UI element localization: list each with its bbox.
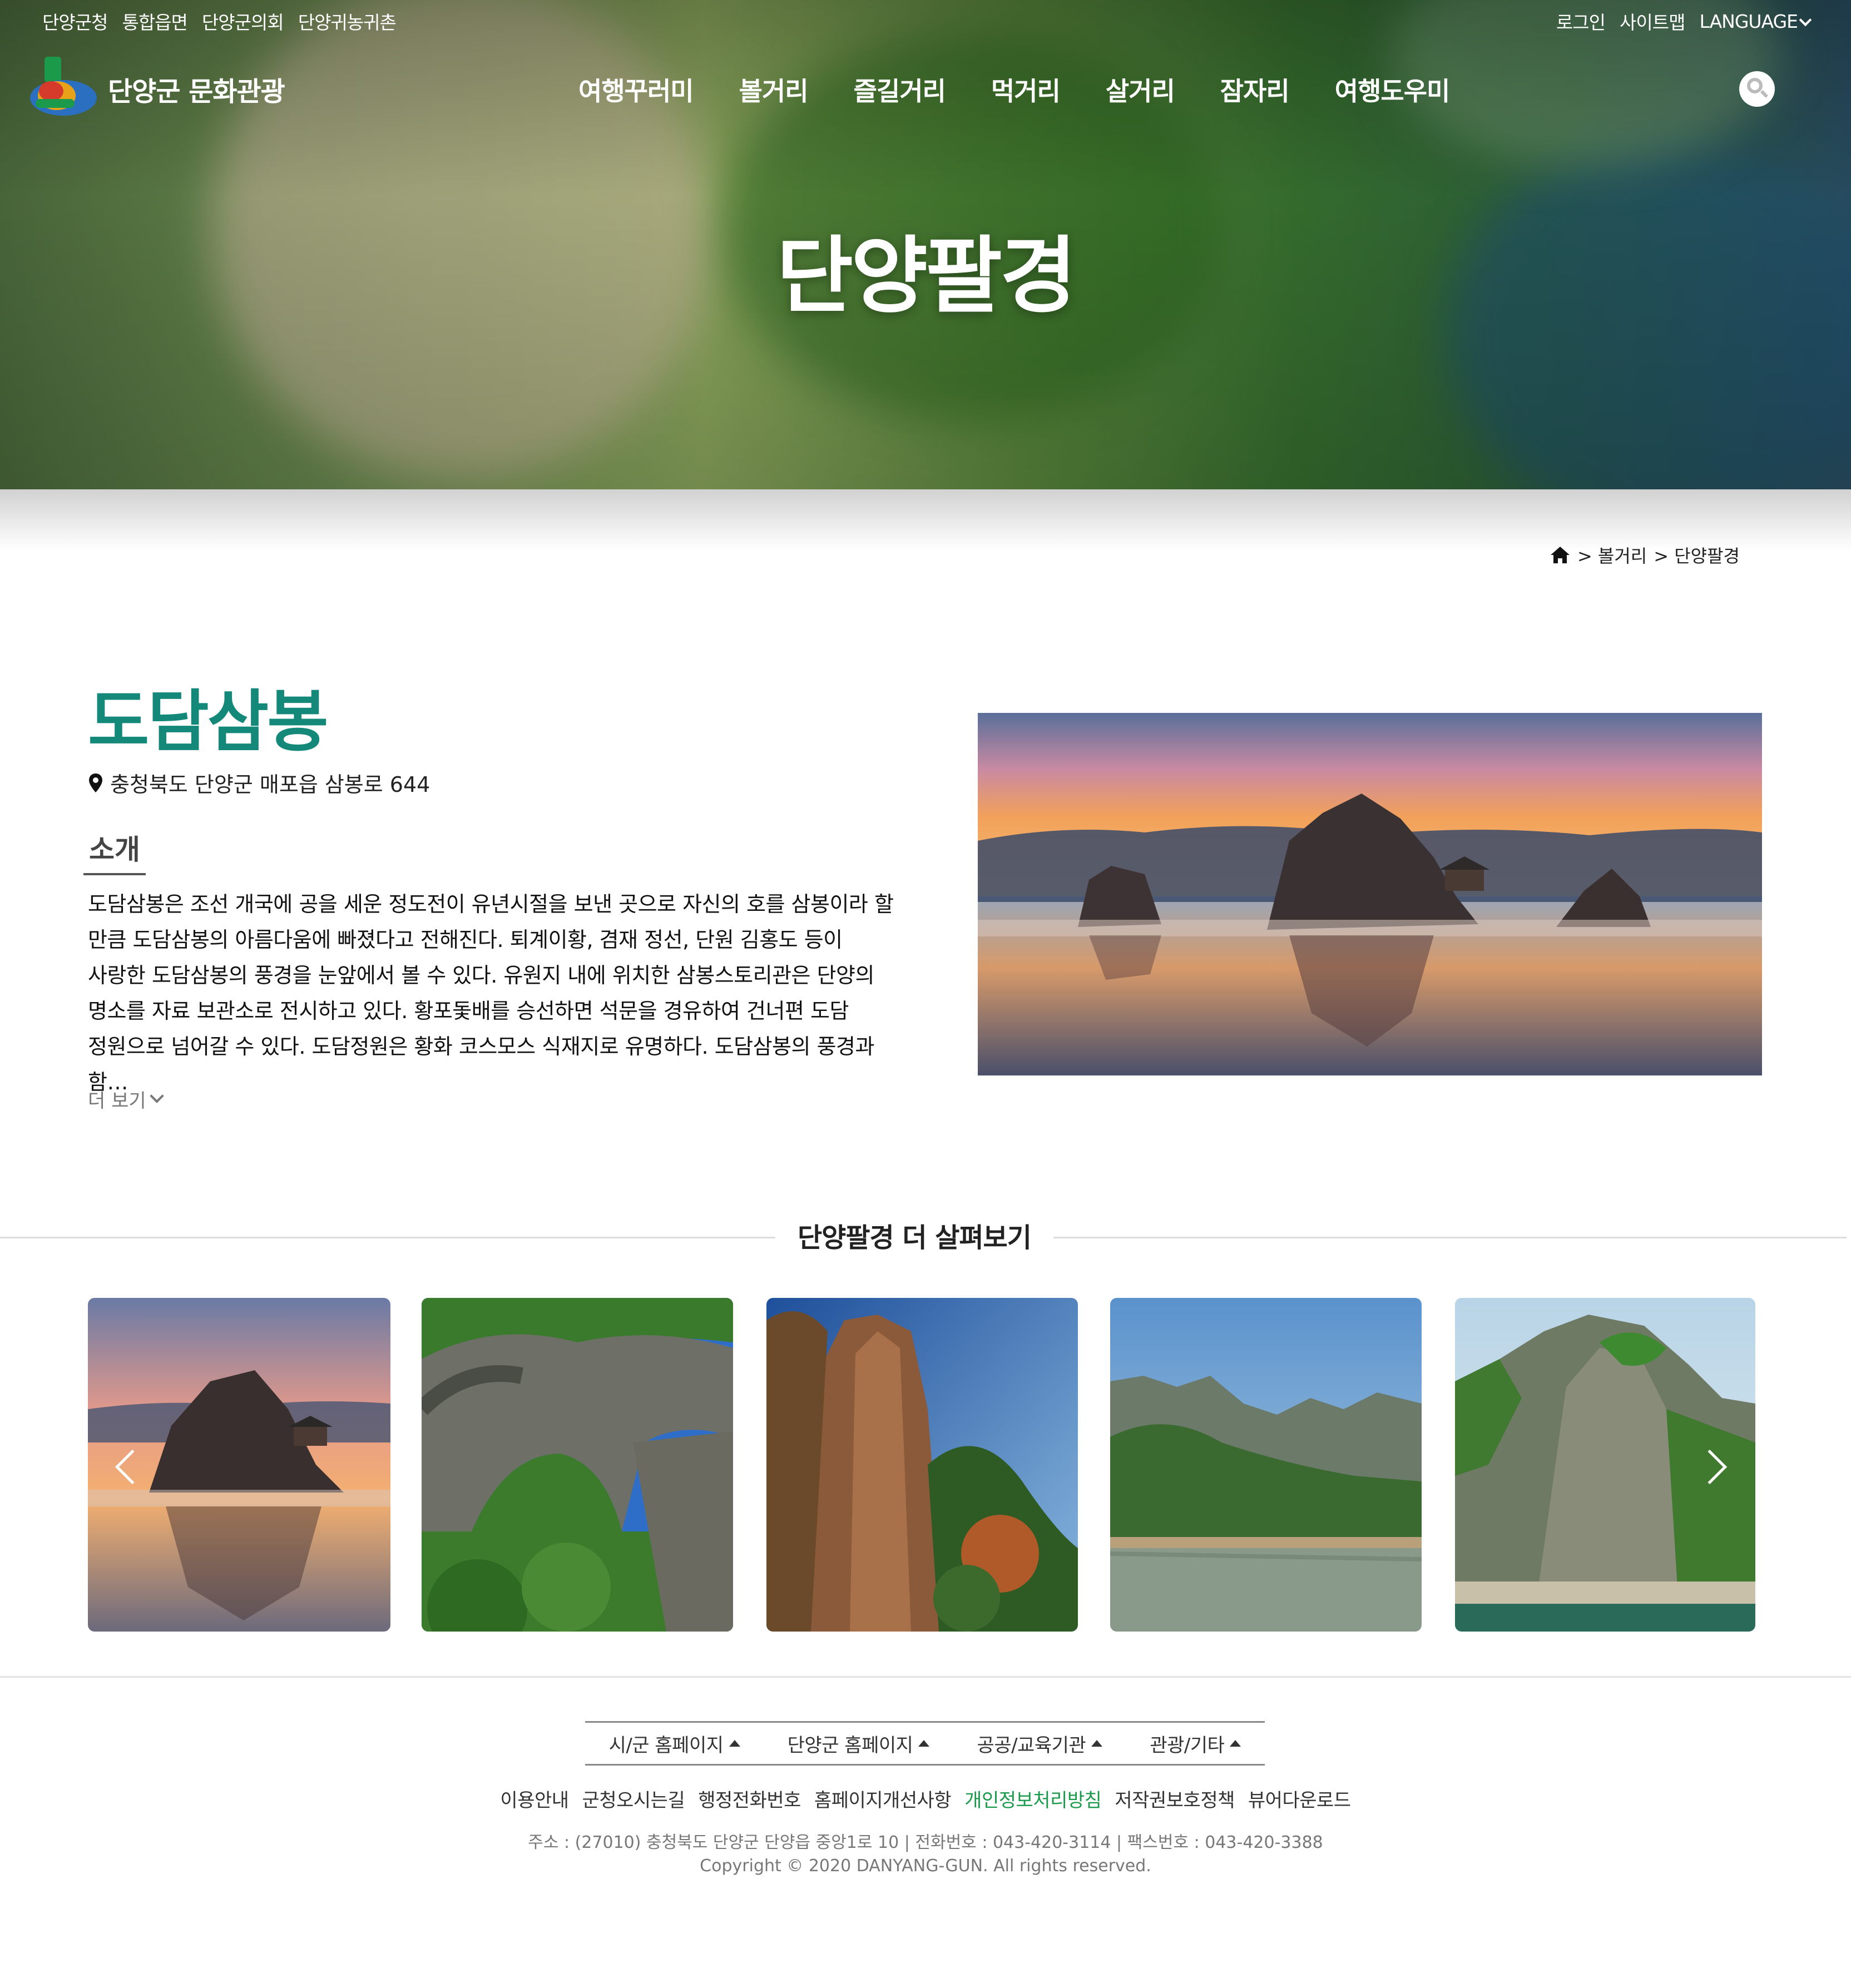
dodamsambong-photo	[978, 713, 1762, 1075]
chevron-down-icon	[149, 1088, 164, 1103]
carousel-next-button[interactable]	[1692, 1445, 1732, 1489]
address-text: 충청북도 단양군 매포읍 삼봉로 644	[110, 772, 430, 797]
utility-nav-right: 로그인 사이트맵 LANGUAGE	[1556, 8, 1812, 34]
search-icon	[1747, 78, 1763, 93]
language-select[interactable]: LANGUAGE	[1699, 10, 1812, 32]
breadcrumb-current[interactable]: > 단양팔경	[1654, 542, 1740, 568]
utility-nav-left: 단양군청 통합읍면 단양군의회 단양귀농귀촌	[42, 8, 397, 34]
breadcrumb-sights[interactable]: > 볼거리	[1577, 542, 1647, 568]
nav-item-lodging[interactable]: 잠자리	[1220, 71, 1290, 108]
gallery-card-gudambong[interactable]	[1110, 1298, 1422, 1632]
home-icon[interactable]	[1550, 544, 1571, 566]
util-link-eup-myeon[interactable]: 통합읍면	[122, 8, 187, 34]
login-link[interactable]: 로그인	[1556, 8, 1606, 34]
read-more-label: 더 보기	[88, 1090, 146, 1112]
search-button[interactable]	[1739, 71, 1775, 107]
footer-menu-label: 관광/기타	[1150, 1734, 1225, 1757]
footer-menu-label: 단양군 홈페이지	[787, 1734, 913, 1757]
footer-link-privacy[interactable]: 개인정보처리방침	[964, 1785, 1102, 1812]
footer-divider	[0, 1676, 1851, 1678]
footer-menu-tourism-other[interactable]: 관광/기타	[1150, 1730, 1241, 1757]
sitemap-link[interactable]: 사이트맵	[1620, 8, 1685, 34]
search-icon-handle	[1760, 90, 1769, 98]
read-more-button[interactable]: 더 보기	[88, 1085, 164, 1113]
intro-heading: 소개	[83, 827, 146, 875]
footer-link-viewer[interactable]: 뷰어다운로드	[1248, 1785, 1351, 1812]
intro-text: 도담삼봉은 조선 개국에 공을 세운 정도전이 유년시절을 보낸 곳으로 자신의…	[88, 892, 894, 1094]
nav-item-activities[interactable]: 즐길거리	[854, 71, 946, 108]
main-nav: 여행꾸러미 볼거리 즐길거리 먹거리 살거리 잠자리 여행도우미	[578, 71, 1451, 108]
footer-menu: 시/군 홈페이지 단양군 홈페이지 공공/교육기관 관광/기타	[585, 1721, 1265, 1766]
footer-link-directions[interactable]: 군청오시는길	[582, 1785, 685, 1812]
footer-menu-label: 시/군 홈페이지	[608, 1734, 724, 1757]
hero-banner: 단양군청 통합읍면 단양군의회 단양귀농귀촌 로그인 사이트맵 LANGUAGE…	[0, 0, 1851, 489]
footer-menu-danyang-sites[interactable]: 단양군 홈페이지	[788, 1730, 930, 1757]
footer-menu-public-institutions[interactable]: 공공/교육기관	[977, 1730, 1103, 1757]
util-link-council[interactable]: 단양군의회	[202, 8, 284, 34]
language-label: LANGUAGE	[1699, 10, 1798, 32]
caret-up-icon	[1230, 1740, 1241, 1747]
carousel-prev-button[interactable]	[112, 1445, 150, 1489]
place-title: 도담삼봉	[88, 683, 329, 761]
footer-link-improvement[interactable]: 홈페이지개선사항	[814, 1785, 952, 1812]
footer-links: 이용안내 군청오시는길 행정전화번호 홈페이지개선사항 개인정보처리방침 저작권…	[0, 1785, 1851, 1812]
gallery-card-seokmun[interactable]	[422, 1298, 733, 1632]
site-logo[interactable]: 단양군 문화관광	[24, 51, 285, 127]
nav-item-sights[interactable]: 볼거리	[739, 71, 809, 108]
footer-link-guide[interactable]: 이용안내	[500, 1785, 569, 1812]
place-address: 충청북도 단양군 매포읍 삼봉로 644	[88, 767, 430, 798]
footer-menu-city-sites[interactable]: 시/군 홈페이지	[609, 1730, 740, 1757]
chevron-down-icon	[1799, 13, 1812, 26]
card-photo-3	[766, 1298, 1078, 1632]
location-pin-icon	[89, 773, 102, 792]
nav-item-shopping[interactable]: 살거리	[1106, 71, 1175, 108]
footer-link-phone[interactable]: 행정전화번호	[698, 1785, 801, 1812]
page-title: 단양팔경	[776, 228, 1077, 325]
logo-text: 단양군 문화관광	[108, 76, 285, 107]
nav-item-food[interactable]: 먹거리	[991, 71, 1061, 108]
footer-link-copyright[interactable]: 저작권보호정책	[1115, 1785, 1235, 1812]
footer-copyright: Copyright © 2020 DANYANG-GUN. All rights…	[700, 1856, 1151, 1876]
util-link-danyang-office[interactable]: 단양군청	[42, 8, 108, 34]
caret-up-icon	[729, 1740, 740, 1747]
card-photo-4	[1110, 1298, 1422, 1632]
hero-shadow	[0, 489, 1851, 551]
footer-address: 주소 : (27010) 충청북도 단양군 단양읍 중앙1로 10 | 전화번호…	[528, 1833, 1323, 1852]
more-section-title: 단양팔경 더 살펴보기	[775, 1216, 1053, 1255]
nav-item-travel-package[interactable]: 여행꾸러미	[578, 71, 694, 108]
danyang-logo-icon	[30, 57, 97, 116]
card-photo-2	[422, 1298, 733, 1632]
caret-up-icon	[1091, 1740, 1103, 1747]
nav-item-travel-help[interactable]: 여행도우미	[1335, 71, 1451, 108]
util-link-return-farm[interactable]: 단양귀농귀촌	[298, 8, 397, 34]
gallery-card-oksunbong[interactable]	[766, 1298, 1078, 1632]
caret-up-icon	[918, 1740, 930, 1747]
main-photo-dodamsambong	[978, 713, 1762, 1075]
breadcrumb: > 볼거리 > 단양팔경	[1550, 542, 1740, 568]
footer-menu-label: 공공/교육기관	[977, 1734, 1086, 1757]
